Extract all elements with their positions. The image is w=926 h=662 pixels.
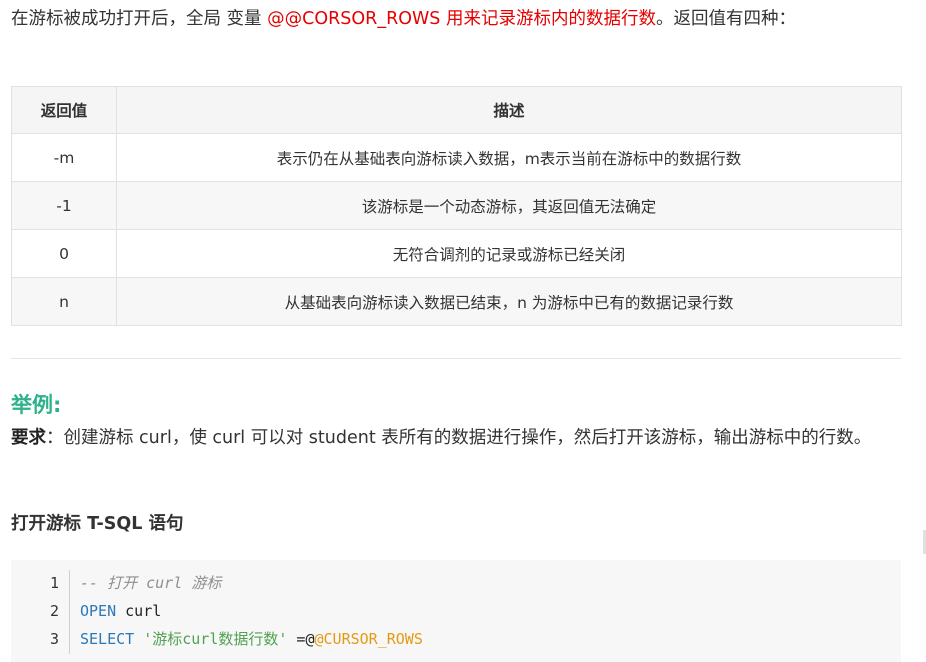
- example-heading: 举例:: [11, 393, 62, 417]
- table-cell-description: 从基础表向游标读入数据已结束，n 为游标中已有的数据记录行数: [116, 277, 902, 326]
- section-divider: [11, 358, 901, 359]
- code-line-number: 3: [49, 630, 59, 648]
- code-line-number: 2: [49, 602, 59, 620]
- table-cell-value: -1: [11, 181, 117, 230]
- code-token-comment: -- 打开 curl 游标: [80, 574, 222, 592]
- code-line: 3 SELECT '游标curl数据行数' =@@CURSOR_ROWS: [11, 625, 901, 653]
- requirement-label: 要求: [11, 428, 46, 448]
- code-block[interactable]: 1 -- 打开 curl 游标 2 OPEN curl 3 SELECT '游标curl数…: [11, 560, 901, 662]
- code-token-plain: curl: [116, 602, 162, 620]
- table-row: 0 无符合调剂的记录或游标已经关闭: [11, 229, 902, 278]
- article-content: 在游标被成功打开后，全局 变量 @@CORSOR_ROWS 用来记录游标内的数据…: [11, 0, 902, 662]
- intro-highlight: @@CORSOR_ROWS 用来记录游标内的数据行数: [267, 9, 656, 29]
- table-cell-value: -m: [11, 133, 117, 182]
- code-line-text: -- 打开 curl 游标: [80, 569, 221, 597]
- intro-suffix: 。返回值有四种：: [655, 9, 796, 29]
- code-line-text: OPEN curl: [80, 597, 161, 625]
- code-token-plain: =@: [287, 630, 315, 648]
- code-token-kw: OPEN: [80, 602, 117, 620]
- table-header-description: 描述: [116, 86, 902, 134]
- table-row: -1 该游标是一个动态游标，其返回值无法确定: [11, 181, 902, 230]
- code-line: 2 OPEN curl: [11, 597, 901, 625]
- table-cell-description: 无符合调剂的记录或游标已经关闭: [116, 229, 902, 278]
- table-cell-value: 0: [11, 229, 117, 278]
- table-cell-value: n: [11, 277, 117, 326]
- return-values-table: 返回值 描述 -m 表示仍在从基础表向游标读入数据，m表示当前在游标中的数据行数…: [11, 86, 902, 326]
- code-line-text: SELECT '游标curl数据行数' =@@CURSOR_ROWS: [80, 625, 423, 653]
- intro-prefix: 在游标被成功打开后，全局 变量: [11, 9, 268, 29]
- code-line: 1 -- 打开 curl 游标: [11, 569, 901, 597]
- table-header-value: 返回值: [11, 86, 117, 134]
- table-cell-description: 表示仍在从基础表向游标读入数据，m表示当前在游标中的数据行数: [116, 133, 902, 182]
- requirement-paragraph: 要求：创建游标 curl，使 curl 可以对 student 表所有的数据进行…: [11, 423, 901, 454]
- requirement-text: ：创建游标 curl，使 curl 可以对 student 表所有的数据进行操作…: [46, 428, 872, 448]
- code-section-heading: 打开游标 T-SQL 语句: [11, 514, 184, 534]
- code-token-str: '游标curl数据行数': [143, 630, 288, 648]
- table-header-row: 返回值 描述: [11, 86, 902, 134]
- code-line-number: 1: [49, 574, 59, 592]
- table-cell-description: 该游标是一个动态游标，其返回值无法确定: [116, 181, 902, 230]
- table-row: -m 表示仍在从基础表向游标读入数据，m表示当前在游标中的数据行数: [11, 133, 902, 182]
- table-row: n 从基础表向游标读入数据已结束，n 为游标中已有的数据记录行数: [11, 277, 902, 326]
- code-token-kw: SELECT: [80, 630, 135, 648]
- intro-paragraph: 在游标被成功打开后，全局 变量 @@CORSOR_ROWS 用来记录游标内的数据…: [11, 0, 901, 35]
- code-token-var: @CURSOR_ROWS: [314, 630, 423, 648]
